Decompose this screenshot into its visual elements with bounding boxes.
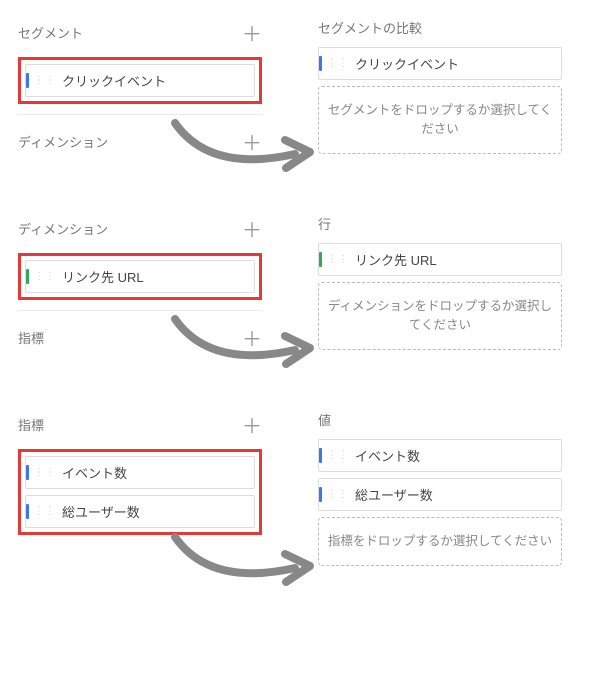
row-header: 行 <box>318 206 562 243</box>
dimension-label: ディメンション <box>18 219 108 238</box>
drag-handle-icon[interactable]: ⋮⋮ <box>322 61 355 67</box>
chip-label: リンク先 URL <box>62 267 144 286</box>
metric-label: 指標 <box>18 415 44 434</box>
source-panel-3: 指標 ＋ ⋮⋮ イベント数 ⋮⋮ 総ユーザー数 <box>0 392 280 555</box>
segment-compare-header: セグメントの比較 <box>318 10 562 47</box>
plus-icon[interactable]: ＋ <box>242 18 262 47</box>
source-panel-2: ディメンション ＋ ⋮⋮ リンク先 URL 指標 ＋ <box>0 196 280 372</box>
dimension-drop-zone[interactable]: ディメンションをドロップするか選択してください <box>318 282 562 350</box>
plus-icon[interactable]: ＋ <box>242 127 262 156</box>
dimension-label: ディメンション <box>18 132 108 151</box>
segment-drop-zone[interactable]: セグメントをドロップするか選択してください <box>318 86 562 154</box>
chip-label: リンク先 URL <box>355 250 437 269</box>
target-chip-2[interactable]: ⋮⋮ 総ユーザー数 <box>318 478 562 511</box>
separator <box>18 310 262 311</box>
target-panel-2: 行 ⋮⋮ リンク先 URL ディメンションをドロップするか選択してください <box>300 196 580 360</box>
source-panel-1: セグメント ＋ ⋮⋮ クリックイベント ディメンション ＋ <box>0 0 280 176</box>
metric-drop-zone[interactable]: 指標をドロップするか選択してください <box>318 517 562 566</box>
metric-chip-2[interactable]: ⋮⋮ 総ユーザー数 <box>25 495 255 528</box>
dimension-header: ディメンション ＋ <box>18 119 262 166</box>
target-panel-3: 値 ⋮⋮ イベント数 ⋮⋮ 総ユーザー数 指標をドロップするか選択してください <box>300 392 580 576</box>
value-header: 値 <box>318 402 562 439</box>
metric-label: 指標 <box>18 328 44 347</box>
drag-handle-icon[interactable]: ⋮⋮ <box>29 509 62 515</box>
chip-label: 総ユーザー数 <box>62 502 140 521</box>
metric-header-2: 指標 ＋ <box>18 402 262 449</box>
dimension-header-2: ディメンション ＋ <box>18 206 262 253</box>
dimension-highlight-box: ⋮⋮ リンク先 URL <box>18 253 262 300</box>
dimension-chip[interactable]: ⋮⋮ リンク先 URL <box>25 260 255 293</box>
plus-icon[interactable]: ＋ <box>242 410 262 439</box>
drag-handle-icon[interactable]: ⋮⋮ <box>29 470 62 476</box>
target-chip[interactable]: ⋮⋮ クリックイベント <box>318 47 562 80</box>
metric-highlight-box: ⋮⋮ イベント数 ⋮⋮ 総ユーザー数 <box>18 449 262 535</box>
chip-label: イベント数 <box>62 463 127 482</box>
drag-handle-icon[interactable]: ⋮⋮ <box>29 78 62 84</box>
chip-label: イベント数 <box>355 446 420 465</box>
segment-highlight-box: ⋮⋮ クリックイベント <box>18 57 262 104</box>
target-chip[interactable]: ⋮⋮ リンク先 URL <box>318 243 562 276</box>
drag-handle-icon[interactable]: ⋮⋮ <box>29 274 62 280</box>
drag-handle-icon[interactable]: ⋮⋮ <box>322 453 355 459</box>
segment-header: セグメント ＋ <box>18 10 262 57</box>
chip-label: 総ユーザー数 <box>355 485 433 504</box>
target-panel-1: セグメントの比較 ⋮⋮ クリックイベント セグメントをドロップするか選択してくだ… <box>300 0 580 164</box>
segment-label: セグメント <box>18 23 83 42</box>
drag-handle-icon[interactable]: ⋮⋮ <box>322 492 355 498</box>
metric-chip-1[interactable]: ⋮⋮ イベント数 <box>25 456 255 489</box>
segment-compare-label: セグメントの比較 <box>318 18 422 37</box>
drag-handle-icon[interactable]: ⋮⋮ <box>322 257 355 263</box>
plus-icon[interactable]: ＋ <box>242 214 262 243</box>
separator <box>18 114 262 115</box>
plus-icon[interactable]: ＋ <box>242 323 262 352</box>
chip-label: クリックイベント <box>355 54 459 73</box>
value-label: 値 <box>318 410 331 429</box>
metric-header: 指標 ＋ <box>18 315 262 362</box>
target-chip-1[interactable]: ⋮⋮ イベント数 <box>318 439 562 472</box>
segment-chip[interactable]: ⋮⋮ クリックイベント <box>25 64 255 97</box>
row-label: 行 <box>318 214 331 233</box>
chip-label: クリックイベント <box>62 71 166 90</box>
